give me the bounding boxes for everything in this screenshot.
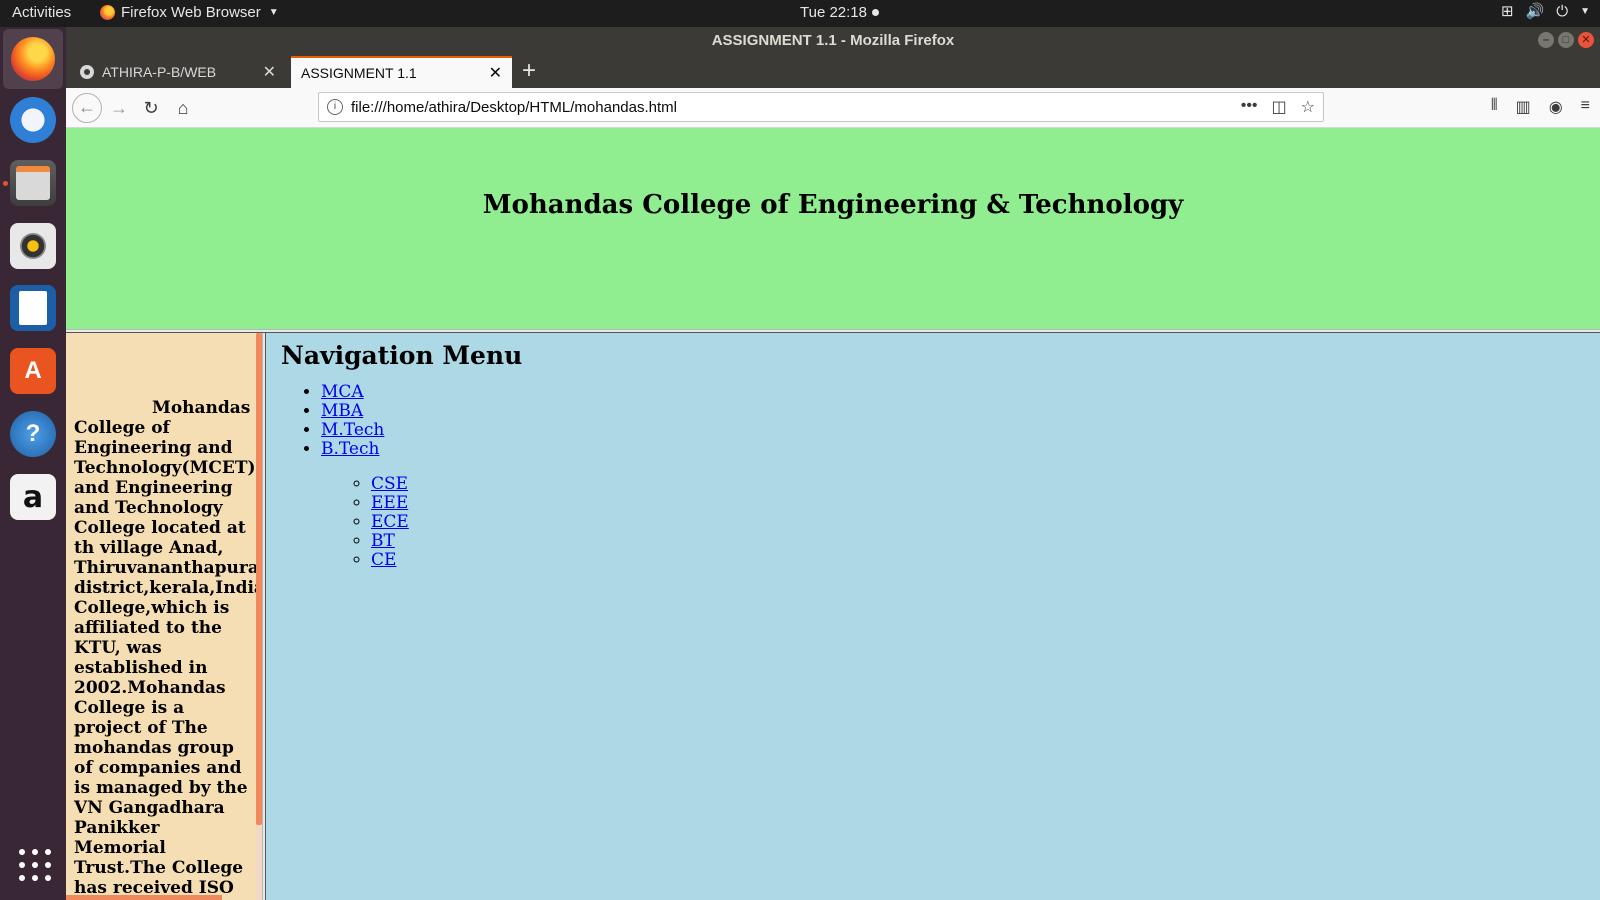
link-eee[interactable]: EEE [371,493,408,513]
close-window-button[interactable]: ✕ [1578,32,1594,48]
reload-button[interactable]: ↻ [138,95,164,121]
course-list: MCA MBA M.Tech B.Tech CSE EEE ECE BT CE [281,383,409,570]
tab-athira-web[interactable]: ATHIRA-P-B/WEB ✕ [70,56,286,88]
close-tab-icon[interactable]: ✕ [489,63,502,83]
navigation-heading: Navigation Menu [281,341,523,370]
link-bt[interactable]: BT [371,531,395,551]
branch-list: CSE EEE ECE BT CE [321,475,409,570]
firefox-icon[interactable] [3,29,63,89]
tab-assignment[interactable]: ASSIGNMENT 1.1 ✕ [291,56,512,88]
sidebar-frame: Mohandas College of Engineering and Tech… [66,333,262,900]
page-viewport: Mohandas College of Engineering & Techno… [66,128,1600,900]
link-cse[interactable]: CSE [371,474,408,494]
list-item: BT [371,532,409,551]
list-item: EEE [371,494,409,513]
new-tab-button[interactable]: + [522,58,536,84]
home-button[interactable]: ⌂ [170,95,196,121]
clock[interactable]: Tue 22:18 [800,4,879,21]
running-indicator [3,181,8,186]
sidebar-toggle-icon[interactable]: ▥ [1516,97,1531,117]
url-text[interactable]: file:///home/athira/Desktop/HTML/mohanda… [351,99,677,116]
notification-dot-icon [872,9,879,16]
college-description: Mohandas College of Engineering and Tech… [74,398,262,900]
list-item: MCA [321,383,409,402]
list-item: MBA [321,402,409,421]
firefox-small-icon [100,5,115,20]
link-ece[interactable]: ECE [371,512,409,532]
link-mtech[interactable]: M.Tech [321,420,384,440]
url-bar[interactable]: i file:///home/athira/Desktop/HTML/mohan… [318,92,1324,122]
tab-strip: ATHIRA-P-B/WEB ✕ ASSIGNMENT 1.1 ✕ + [66,54,1600,88]
caret-down-icon: ▼ [268,7,279,18]
link-mca[interactable]: MCA [321,382,364,402]
github-icon [80,65,94,79]
maximize-button[interactable]: □ [1558,32,1574,48]
rhythmbox-icon[interactable] [10,223,56,269]
header-frame: Mohandas College of Engineering & Techno… [66,128,1600,329]
bookmark-star-icon[interactable]: ☆ [1301,97,1315,117]
navigation-toolbar: ← → ↻ ⌂ i file:///home/athira/Desktop/HT… [66,88,1600,128]
tab-label: ATHIRA-P-B/WEB [102,64,217,80]
url-actions: ••• ◫ ☆ [1241,97,1315,117]
link-ce[interactable]: CE [371,550,396,570]
toolbar-right: ⫴ ▥ ◉ ≡ [1491,97,1590,117]
clock-label: Tue 22:18 [800,4,867,21]
gnome-top-bar: Activities Firefox Web Browser ▼ Tue 22:… [0,0,1600,27]
software-icon[interactable]: A [10,348,56,394]
window-title: ASSIGNMENT 1.1 - Mozilla Firefox [711,32,955,49]
window-titlebar: ASSIGNMENT 1.1 - Mozilla Firefox – □ ✕ [66,27,1600,54]
navigation-frame: Navigation Menu MCA MBA M.Tech B.Tech CS… [266,333,1600,900]
list-item: M.Tech [321,421,409,440]
page-title: Mohandas College of Engineering & Techno… [482,190,1184,220]
site-info-icon[interactable]: i [327,99,343,115]
list-item: B.Tech CSE EEE ECE BT CE [321,440,409,570]
window-controls: – □ ✕ [1538,32,1594,48]
library-icon[interactable]: ⫴ [1491,97,1498,117]
volume-icon[interactable]: 🔊 [1526,2,1545,20]
help-icon[interactable]: ? [10,411,56,457]
account-icon[interactable]: ◉ [1549,97,1563,117]
link-btech[interactable]: B.Tech [321,439,379,459]
writer-icon[interactable] [10,285,56,331]
hamburger-menu-icon[interactable]: ≡ [1581,97,1590,117]
files-icon[interactable] [10,160,56,206]
close-tab-icon[interactable]: ✕ [263,62,276,82]
page-actions-icon[interactable]: ••• [1241,97,1258,117]
amazon-icon[interactable]: a [10,474,56,520]
back-button[interactable]: ← [72,93,102,123]
system-tray[interactable]: ⊞ 🔊 ⏻ ▼ [1501,2,1590,21]
forward-button[interactable]: → [106,95,132,121]
show-applications-icon[interactable] [12,842,58,888]
power-icon[interactable]: ⏻ [1556,3,1568,20]
link-mba[interactable]: MBA [321,401,363,421]
app-menu[interactable]: Firefox Web Browser ▼ [100,4,279,21]
list-item: ECE [371,513,409,532]
ubuntu-dock: A ? a [0,27,66,900]
sidebar-horizontal-scrollbar[interactable] [66,895,222,900]
thunderbird-icon[interactable] [10,97,56,143]
tab-label: ASSIGNMENT 1.1 [301,65,417,81]
list-item: CSE [371,475,409,494]
network-icon[interactable]: ⊞ [1501,2,1514,20]
pocket-icon[interactable]: ◫ [1272,97,1287,117]
list-item: CE [371,551,409,570]
caret-down-icon[interactable]: ▼ [1580,6,1590,17]
minimize-button[interactable]: – [1538,32,1554,48]
app-menu-label: Firefox Web Browser [121,4,261,21]
activities-button[interactable]: Activities [12,4,71,21]
